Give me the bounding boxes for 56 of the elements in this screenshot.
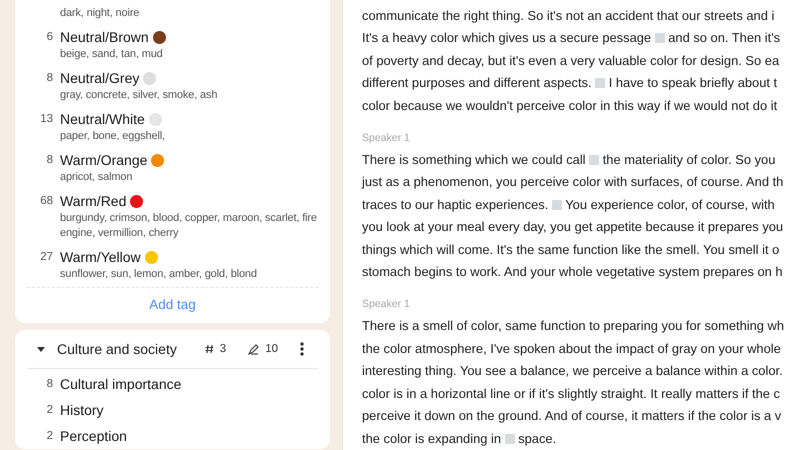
transcript-line: just as a phenomenon, you perceive color with surfaces, of course. And th <box>362 173 784 192</box>
mention-count: 10 <box>265 343 278 355</box>
tag-synonyms: beige, sand, tan, mud <box>60 47 164 62</box>
transcript-line: stomach begins to work. And your whole vegetative system prepares on h <box>362 263 784 282</box>
hash-icon <box>204 344 214 354</box>
tag-name[interactable]: Perception <box>60 426 318 446</box>
transcript-line: communicate the right thing. So it's not an accident that our streets and i <box>362 7 776 25</box>
tag-count: 8 <box>46 72 53 84</box>
transcript-line: There is a smell of color, same function to preparing you for something wh <box>362 317 786 336</box>
tag-count: 27 <box>39 251 53 263</box>
transcript-line: It's a heavy color which gives us a secure pessage and so on. Then it's <box>362 29 782 48</box>
transcript-line: There is something which we could call the materiality of color. So you <box>362 151 776 170</box>
tag-synonyms: gray, concrete, silver, smoke, ash <box>60 88 218 103</box>
transcript-line: traces to our haptic experiences. You experience color, of course, with <box>362 196 776 214</box>
transcript-line: you look at your meal every day, you get appetite because it prepares you <box>362 218 784 236</box>
marker-icon <box>589 155 600 166</box>
speaker-label: Speaker 1 <box>362 131 411 146</box>
tag-name[interactable]: Warm/Yellow <box>60 247 141 267</box>
tag-count: 3 <box>220 343 226 355</box>
tag-name[interactable]: Neutral/Grey <box>60 68 140 88</box>
more-icon[interactable] <box>300 342 304 356</box>
tag-name[interactable]: Warm/Orange <box>60 150 148 170</box>
tag-count: 8 <box>46 378 53 390</box>
tag-synonyms: paper, bone, eggshell, <box>60 129 166 144</box>
tag-count: 6 <box>46 31 53 43</box>
transcript-line: the color is expanding in space. <box>362 430 558 448</box>
pen-icon <box>248 344 260 354</box>
transcript-line: perceive it down on the ground. And of course, it matters if the color is a v <box>362 407 782 426</box>
tag-name[interactable]: Cultural importance <box>60 374 318 394</box>
marker-icon <box>552 200 562 210</box>
marker-icon <box>595 78 606 88</box>
speaker-label: Speaker 1 <box>362 297 411 312</box>
tag-name[interactable]: Warm/Red <box>60 191 126 211</box>
transcript-line: the color atmosphere, I've spoken about the impact of gray on your whole <box>362 340 782 358</box>
transcript-line: of poverty and decay, but it's even a very valuable color for design. So ea <box>362 52 780 70</box>
tag-synonyms: burgundy, crimson, blood, copper, maroon, scarlet, fire engine, vermillion, cherry <box>60 211 318 241</box>
tag-synonyms: dark, night, noire <box>60 6 140 21</box>
tag-synonyms: sunflower, sun, lemon, amber, gold, blond <box>60 267 258 282</box>
transcript-line: interesting thing. You see a balance, we perceive a balance within a color. <box>362 362 784 380</box>
category-title: Culture and society <box>57 341 178 357</box>
tag-name[interactable]: Neutral/Brown <box>60 27 149 47</box>
transcript-line: color because we wouldn't perceive color in this way if we would not do it <box>362 96 778 115</box>
caret-icon[interactable] <box>35 345 47 353</box>
tag-count: 8 <box>46 154 53 166</box>
tag-name[interactable]: Neutral/White <box>60 109 145 129</box>
tag-name[interactable]: History <box>60 400 318 420</box>
tag-count: 13 <box>39 113 53 125</box>
tag-count: 2 <box>46 430 53 442</box>
transcript-line: color is in a horizontal line or if it's slightly straight. It really matters if the c <box>362 384 781 403</box>
transcript-line: different purposes and different aspects. I have to speak briefly about t <box>362 74 778 92</box>
tag-count: 2 <box>46 404 53 416</box>
transcript-line: things which will come. It's the same function like the smell. You smell it o <box>362 240 780 259</box>
marker-icon <box>504 434 515 444</box>
tag-count: 68 <box>39 195 53 207</box>
marker-icon <box>654 33 665 44</box>
tag-synonyms: apricot, salmon <box>60 170 134 185</box>
